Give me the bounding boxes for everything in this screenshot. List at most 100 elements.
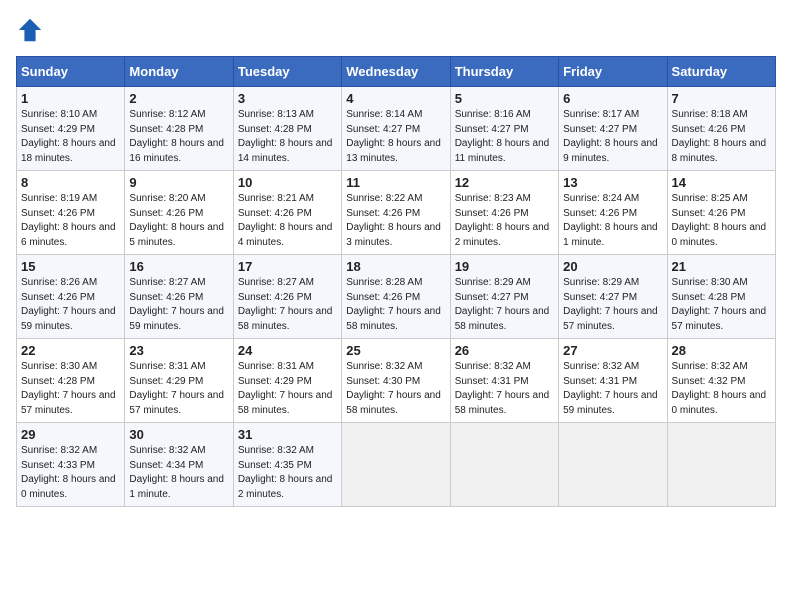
day-cell [450,423,558,507]
day-cell: 24 Sunrise: 8:31 AMSunset: 4:29 PMDaylig… [233,339,341,423]
day-number: 2 [129,91,228,106]
day-cell: 25 Sunrise: 8:32 AMSunset: 4:30 PMDaylig… [342,339,450,423]
day-cell: 5 Sunrise: 8:16 AMSunset: 4:27 PMDayligh… [450,87,558,171]
day-cell: 12 Sunrise: 8:23 AMSunset: 4:26 PMDaylig… [450,171,558,255]
day-info: Sunrise: 8:14 AMSunset: 4:27 PMDaylight:… [346,108,445,166]
day-info: Sunrise: 8:27 AMSunset: 4:26 PMDaylight:… [129,276,228,334]
day-cell: 22 Sunrise: 8:30 AMSunset: 4:28 PMDaylig… [17,339,125,423]
col-header-thursday: Thursday [450,57,558,87]
day-number: 21 [672,259,771,274]
day-cell: 18 Sunrise: 8:28 AMSunset: 4:26 PMDaylig… [342,255,450,339]
day-number: 3 [238,91,337,106]
calendar-table: SundayMondayTuesdayWednesdayThursdayFrid… [16,56,776,507]
day-number: 30 [129,427,228,442]
day-number: 26 [455,343,554,358]
day-number: 24 [238,343,337,358]
day-cell: 6 Sunrise: 8:17 AMSunset: 4:27 PMDayligh… [559,87,667,171]
day-cell: 1 Sunrise: 8:10 AMSunset: 4:29 PMDayligh… [17,87,125,171]
day-info: Sunrise: 8:32 AMSunset: 4:34 PMDaylight:… [129,444,228,502]
day-info: Sunrise: 8:19 AMSunset: 4:26 PMDaylight:… [21,192,120,250]
day-info: Sunrise: 8:32 AMSunset: 4:31 PMDaylight:… [455,360,554,418]
day-number: 20 [563,259,662,274]
day-cell: 15 Sunrise: 8:26 AMSunset: 4:26 PMDaylig… [17,255,125,339]
day-info: Sunrise: 8:32 AMSunset: 4:30 PMDaylight:… [346,360,445,418]
day-cell: 13 Sunrise: 8:24 AMSunset: 4:26 PMDaylig… [559,171,667,255]
week-row-2: 8 Sunrise: 8:19 AMSunset: 4:26 PMDayligh… [17,171,776,255]
day-info: Sunrise: 8:21 AMSunset: 4:26 PMDaylight:… [238,192,337,250]
day-number: 13 [563,175,662,190]
week-row-5: 29 Sunrise: 8:32 AMSunset: 4:33 PMDaylig… [17,423,776,507]
day-info: Sunrise: 8:10 AMSunset: 4:29 PMDaylight:… [21,108,120,166]
day-cell: 26 Sunrise: 8:32 AMSunset: 4:31 PMDaylig… [450,339,558,423]
day-number: 16 [129,259,228,274]
day-info: Sunrise: 8:30 AMSunset: 4:28 PMDaylight:… [21,360,120,418]
day-number: 7 [672,91,771,106]
week-row-1: 1 Sunrise: 8:10 AMSunset: 4:29 PMDayligh… [17,87,776,171]
day-info: Sunrise: 8:18 AMSunset: 4:26 PMDaylight:… [672,108,771,166]
day-cell: 10 Sunrise: 8:21 AMSunset: 4:26 PMDaylig… [233,171,341,255]
page-header [16,16,776,44]
day-number: 4 [346,91,445,106]
col-header-saturday: Saturday [667,57,775,87]
day-number: 12 [455,175,554,190]
day-number: 27 [563,343,662,358]
day-info: Sunrise: 8:28 AMSunset: 4:26 PMDaylight:… [346,276,445,334]
day-cell: 4 Sunrise: 8:14 AMSunset: 4:27 PMDayligh… [342,87,450,171]
day-number: 17 [238,259,337,274]
header-row: SundayMondayTuesdayWednesdayThursdayFrid… [17,57,776,87]
day-cell: 2 Sunrise: 8:12 AMSunset: 4:28 PMDayligh… [125,87,233,171]
day-info: Sunrise: 8:17 AMSunset: 4:27 PMDaylight:… [563,108,662,166]
logo-icon [16,16,44,44]
day-number: 10 [238,175,337,190]
day-cell: 7 Sunrise: 8:18 AMSunset: 4:26 PMDayligh… [667,87,775,171]
day-info: Sunrise: 8:13 AMSunset: 4:28 PMDaylight:… [238,108,337,166]
day-number: 23 [129,343,228,358]
day-info: Sunrise: 8:32 AMSunset: 4:31 PMDaylight:… [563,360,662,418]
day-number: 5 [455,91,554,106]
day-info: Sunrise: 8:25 AMSunset: 4:26 PMDaylight:… [672,192,771,250]
col-header-tuesday: Tuesday [233,57,341,87]
day-info: Sunrise: 8:24 AMSunset: 4:26 PMDaylight:… [563,192,662,250]
day-cell: 8 Sunrise: 8:19 AMSunset: 4:26 PMDayligh… [17,171,125,255]
day-cell: 20 Sunrise: 8:29 AMSunset: 4:27 PMDaylig… [559,255,667,339]
day-info: Sunrise: 8:22 AMSunset: 4:26 PMDaylight:… [346,192,445,250]
day-cell: 17 Sunrise: 8:27 AMSunset: 4:26 PMDaylig… [233,255,341,339]
week-row-3: 15 Sunrise: 8:26 AMSunset: 4:26 PMDaylig… [17,255,776,339]
col-header-friday: Friday [559,57,667,87]
day-cell: 28 Sunrise: 8:32 AMSunset: 4:32 PMDaylig… [667,339,775,423]
day-info: Sunrise: 8:26 AMSunset: 4:26 PMDaylight:… [21,276,120,334]
day-cell: 14 Sunrise: 8:25 AMSunset: 4:26 PMDaylig… [667,171,775,255]
day-cell: 27 Sunrise: 8:32 AMSunset: 4:31 PMDaylig… [559,339,667,423]
day-number: 6 [563,91,662,106]
week-row-4: 22 Sunrise: 8:30 AMSunset: 4:28 PMDaylig… [17,339,776,423]
day-info: Sunrise: 8:32 AMSunset: 4:35 PMDaylight:… [238,444,337,502]
day-info: Sunrise: 8:29 AMSunset: 4:27 PMDaylight:… [563,276,662,334]
day-number: 25 [346,343,445,358]
day-info: Sunrise: 8:23 AMSunset: 4:26 PMDaylight:… [455,192,554,250]
day-number: 19 [455,259,554,274]
col-header-monday: Monday [125,57,233,87]
day-info: Sunrise: 8:32 AMSunset: 4:32 PMDaylight:… [672,360,771,418]
day-cell: 16 Sunrise: 8:27 AMSunset: 4:26 PMDaylig… [125,255,233,339]
col-header-sunday: Sunday [17,57,125,87]
day-number: 22 [21,343,120,358]
day-number: 8 [21,175,120,190]
day-number: 1 [21,91,120,106]
day-cell [559,423,667,507]
day-cell: 11 Sunrise: 8:22 AMSunset: 4:26 PMDaylig… [342,171,450,255]
day-cell [667,423,775,507]
logo [16,16,48,44]
day-info: Sunrise: 8:30 AMSunset: 4:28 PMDaylight:… [672,276,771,334]
day-info: Sunrise: 8:31 AMSunset: 4:29 PMDaylight:… [129,360,228,418]
day-info: Sunrise: 8:31 AMSunset: 4:29 PMDaylight:… [238,360,337,418]
day-number: 9 [129,175,228,190]
day-number: 28 [672,343,771,358]
day-info: Sunrise: 8:20 AMSunset: 4:26 PMDaylight:… [129,192,228,250]
day-cell: 29 Sunrise: 8:32 AMSunset: 4:33 PMDaylig… [17,423,125,507]
day-cell: 3 Sunrise: 8:13 AMSunset: 4:28 PMDayligh… [233,87,341,171]
day-cell: 23 Sunrise: 8:31 AMSunset: 4:29 PMDaylig… [125,339,233,423]
col-header-wednesday: Wednesday [342,57,450,87]
day-cell: 30 Sunrise: 8:32 AMSunset: 4:34 PMDaylig… [125,423,233,507]
day-cell: 21 Sunrise: 8:30 AMSunset: 4:28 PMDaylig… [667,255,775,339]
day-info: Sunrise: 8:12 AMSunset: 4:28 PMDaylight:… [129,108,228,166]
